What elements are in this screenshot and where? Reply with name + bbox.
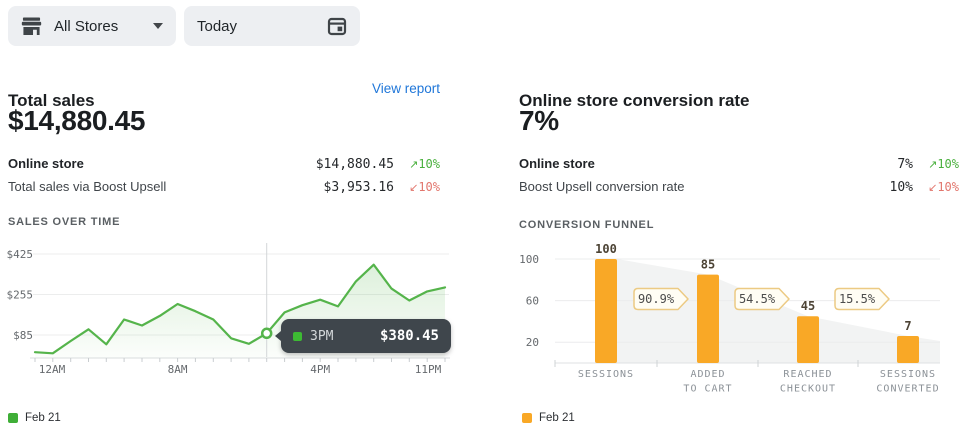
- metric-row-online-store-rate: Online store 7% ↗10%: [519, 156, 959, 172]
- metric-value: $3,953.16: [274, 180, 394, 195]
- bar-value-label: 7: [904, 319, 911, 333]
- chevron-down-icon: [153, 23, 163, 29]
- x-axis-label: 12AM: [39, 363, 66, 376]
- trend-up-icon: ↗: [928, 158, 937, 171]
- metric-row-boost-upsell-sales: Total sales via Boost Upsell $3,953.16 ↙…: [8, 179, 440, 195]
- y-axis-label: 60: [526, 295, 539, 308]
- funnel-bar-sessions[interactable]: [595, 259, 617, 363]
- conversion-rate-value: 15.5%: [839, 292, 876, 306]
- funnel-chart-legend: Feb 21: [522, 412, 575, 424]
- y-axis-label: $85: [13, 329, 33, 342]
- category-label: SESSIONS: [578, 369, 634, 380]
- metric-label: Online store: [519, 156, 793, 171]
- x-axis-label: 4PM: [310, 363, 330, 376]
- bar-value-label: 45: [801, 299, 815, 313]
- legend-swatch-orange: [522, 413, 532, 423]
- chart-tooltip: 3PM $380.45: [281, 319, 451, 353]
- metric-row-online-store-sales: Online store $14,880.45 ↗10%: [8, 156, 440, 172]
- category-label: TO CART: [683, 384, 732, 395]
- x-axis-label: 11PM: [415, 363, 442, 376]
- view-report-link[interactable]: View report: [300, 81, 440, 96]
- bar-value-label: 100: [595, 242, 617, 256]
- y-axis-label: $255: [7, 289, 34, 302]
- date-range-label: Today: [197, 18, 237, 35]
- x-axis-label: 8AM: [168, 363, 188, 376]
- bar-value-label: 85: [701, 258, 715, 272]
- total-sales-value: $14,880.45: [8, 105, 145, 137]
- category-label: SESSIONS: [880, 369, 936, 380]
- y-axis-label: 100: [519, 253, 539, 266]
- tooltip-time-label: 3PM: [310, 329, 333, 344]
- trend-down-icon: ↙: [409, 181, 418, 194]
- conversion-funnel-header: CONVERSION FUNNEL: [519, 219, 654, 231]
- metric-label: Online store: [8, 156, 274, 171]
- funnel-bar-reached-checkout[interactable]: [797, 316, 819, 363]
- legend-label: Feb 21: [539, 412, 575, 424]
- store-selector-label: All Stores: [54, 18, 118, 35]
- conversion-rate-value: 54.5%: [739, 292, 776, 306]
- sales-chart-legend: Feb 21: [8, 412, 61, 424]
- tooltip-value: $380.45: [380, 328, 439, 344]
- funnel-bar-added-to-cart[interactable]: [697, 275, 719, 363]
- metric-value: 7%: [793, 157, 913, 172]
- metric-delta: ↙10%: [394, 180, 440, 194]
- storefront-icon: [21, 17, 42, 36]
- y-axis-label: $425: [7, 248, 34, 261]
- conversion-rate-value: 7%: [519, 105, 559, 137]
- trend-up-icon: ↗: [409, 158, 418, 171]
- metric-value: $14,880.45: [274, 157, 394, 172]
- conversion-funnel-chart[interactable]: 100 60 20 100 SESSIONS 85 ADDED TO CART 45 REACHE…: [519, 241, 960, 406]
- sales-over-time-header: SALES OVER TIME: [8, 216, 120, 228]
- category-label: ADDED: [690, 369, 725, 380]
- funnel-decline-area: [617, 259, 940, 363]
- metric-value: 10%: [793, 180, 913, 195]
- store-selector-button[interactable]: All Stores: [8, 6, 176, 46]
- analytics-dashboard: All Stores Today Total sales View report…: [0, 0, 960, 431]
- selected-point-marker: [262, 329, 271, 338]
- y-axis-label: 20: [526, 336, 539, 349]
- metric-delta: ↙10%: [913, 180, 959, 194]
- metric-label: Total sales via Boost Upsell: [8, 179, 274, 194]
- sales-over-time-chart[interactable]: $425 $255 $85 12AM 8AM 4PM 11PM: [0, 238, 470, 390]
- metric-row-boost-upsell-rate: Boost Upsell conversion rate 10% ↙10%: [519, 179, 959, 195]
- conversion-rate-value: 90.9%: [638, 292, 675, 306]
- funnel-bar-sessions-converted[interactable]: [897, 336, 919, 363]
- tooltip-series-swatch: [293, 332, 302, 341]
- legend-label: Feb 21: [25, 412, 61, 424]
- category-label: CHECKOUT: [780, 384, 836, 395]
- category-label: REACHED: [783, 369, 832, 380]
- metric-delta: ↗10%: [394, 157, 440, 171]
- calendar-icon: [327, 16, 347, 36]
- metric-label: Boost Upsell conversion rate: [519, 179, 793, 194]
- date-range-button[interactable]: Today: [184, 6, 360, 46]
- category-label: CONVERTED: [876, 384, 939, 395]
- metric-delta: ↗10%: [913, 157, 959, 171]
- legend-swatch-green: [8, 413, 18, 423]
- trend-down-icon: ↙: [928, 181, 937, 194]
